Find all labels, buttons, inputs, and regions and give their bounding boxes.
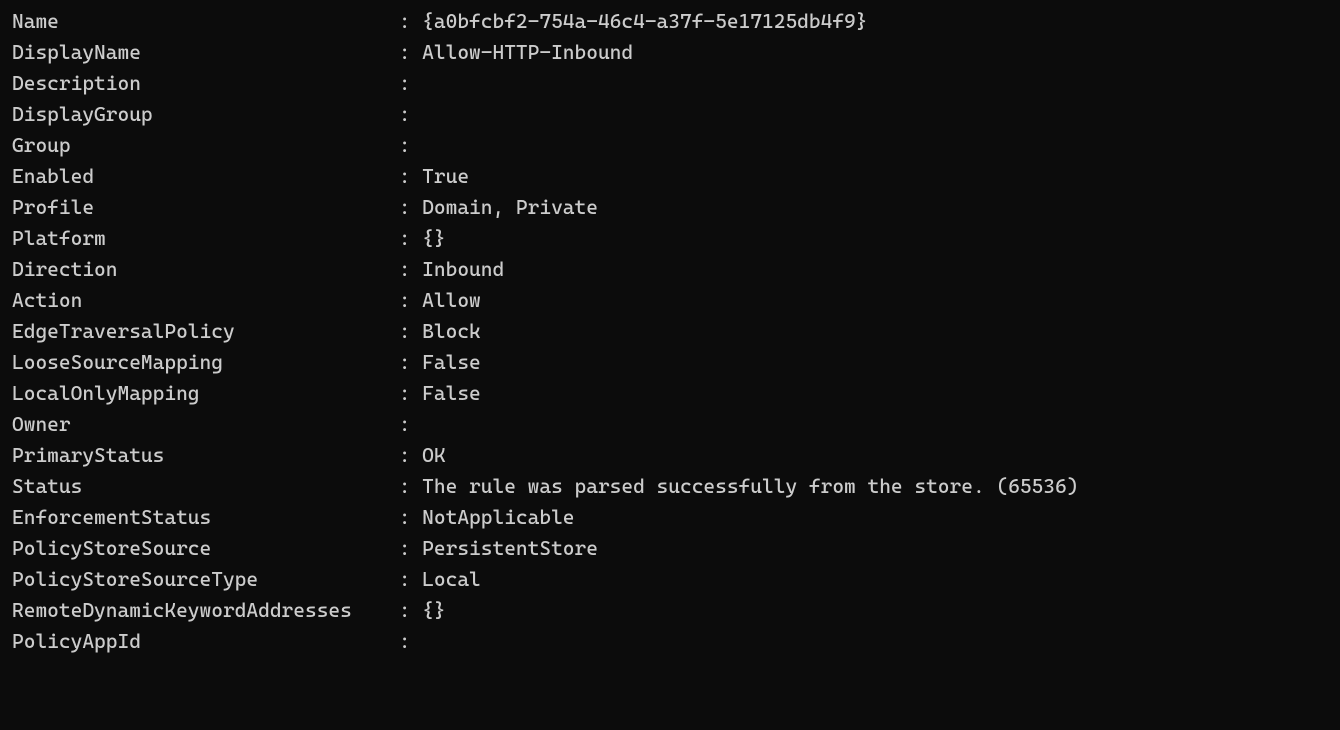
property-row: PrimaryStatus : OK (12, 440, 1328, 471)
property-row: DisplayGroup : (12, 99, 1328, 130)
property-separator: : (399, 626, 422, 657)
property-key: Direction (12, 254, 399, 285)
property-value (422, 409, 1328, 440)
property-separator: : (399, 595, 422, 626)
property-separator: : (399, 378, 422, 409)
property-separator: : (399, 471, 422, 502)
property-value: Inbound (422, 254, 1328, 285)
property-key: RemoteDynamicKeywordAddresses (12, 595, 399, 626)
property-row: Enabled : True (12, 161, 1328, 192)
property-value: PersistentStore (422, 533, 1328, 564)
property-separator: : (399, 161, 422, 192)
property-key: LocalOnlyMapping (12, 378, 399, 409)
property-separator: : (399, 254, 422, 285)
property-separator: : (399, 192, 422, 223)
property-separator: : (399, 440, 422, 471)
property-key: DisplayName (12, 37, 399, 68)
property-row: Action : Allow (12, 285, 1328, 316)
property-key: Description (12, 68, 399, 99)
property-key: PolicyStoreSourceType (12, 564, 399, 595)
property-key: EnforcementStatus (12, 502, 399, 533)
property-value (422, 130, 1328, 161)
property-value: Block (422, 316, 1328, 347)
property-value: {a0bfcbf2-754a-46c4-a37f-5e17125db4f9} (422, 6, 1328, 37)
property-value: Allow (422, 285, 1328, 316)
property-row: EnforcementStatus : NotApplicable (12, 502, 1328, 533)
property-separator: : (399, 37, 422, 68)
property-value: True (422, 161, 1328, 192)
property-row: LocalOnlyMapping : False (12, 378, 1328, 409)
property-row: Owner : (12, 409, 1328, 440)
terminal-output: Name : {a0bfcbf2-754a-46c4-a37f-5e17125d… (12, 6, 1328, 657)
property-separator: : (399, 130, 422, 161)
property-separator: : (399, 409, 422, 440)
property-key: Owner (12, 409, 399, 440)
property-separator: : (399, 6, 422, 37)
property-key: Enabled (12, 161, 399, 192)
property-key: PolicyAppId (12, 626, 399, 657)
property-row: EdgeTraversalPolicy : Block (12, 316, 1328, 347)
property-key: Platform (12, 223, 399, 254)
property-key: DisplayGroup (12, 99, 399, 130)
property-separator: : (399, 347, 422, 378)
property-row: PolicyStoreSourceType : Local (12, 564, 1328, 595)
property-row: Group : (12, 130, 1328, 161)
property-separator: : (399, 68, 422, 99)
property-separator: : (399, 99, 422, 130)
property-row: Status : The rule was parsed successfull… (12, 471, 1328, 502)
property-value: False (422, 347, 1328, 378)
property-row: PolicyAppId : (12, 626, 1328, 657)
property-key: Status (12, 471, 399, 502)
property-row: DisplayName : Allow-HTTP-Inbound (12, 37, 1328, 68)
property-separator: : (399, 285, 422, 316)
property-row: RemoteDynamicKeywordAddresses : {} (12, 595, 1328, 626)
property-value: Domain, Private (422, 192, 1328, 223)
property-value (422, 99, 1328, 130)
property-value: OK (422, 440, 1328, 471)
property-value: Local (422, 564, 1328, 595)
property-separator: : (399, 316, 422, 347)
property-separator: : (399, 533, 422, 564)
property-separator: : (399, 223, 422, 254)
property-value (422, 68, 1328, 99)
property-separator: : (399, 502, 422, 533)
property-value: {} (422, 595, 1328, 626)
property-key: PolicyStoreSource (12, 533, 399, 564)
property-value: {} (422, 223, 1328, 254)
property-row: PolicyStoreSource : PersistentStore (12, 533, 1328, 564)
property-key: Group (12, 130, 399, 161)
property-separator: : (399, 564, 422, 595)
property-key: Name (12, 6, 399, 37)
property-value (422, 626, 1328, 657)
property-row: Profile : Domain, Private (12, 192, 1328, 223)
property-row: Name : {a0bfcbf2-754a-46c4-a37f-5e17125d… (12, 6, 1328, 37)
property-value: Allow-HTTP-Inbound (422, 37, 1328, 68)
property-value: NotApplicable (422, 502, 1328, 533)
property-row: Direction : Inbound (12, 254, 1328, 285)
property-value: The rule was parsed successfully from th… (422, 471, 1328, 502)
property-row: Platform : {} (12, 223, 1328, 254)
property-key: PrimaryStatus (12, 440, 399, 471)
property-key: LooseSourceMapping (12, 347, 399, 378)
property-key: Action (12, 285, 399, 316)
property-key: Profile (12, 192, 399, 223)
property-row: Description : (12, 68, 1328, 99)
property-row: LooseSourceMapping : False (12, 347, 1328, 378)
property-key: EdgeTraversalPolicy (12, 316, 399, 347)
property-value: False (422, 378, 1328, 409)
